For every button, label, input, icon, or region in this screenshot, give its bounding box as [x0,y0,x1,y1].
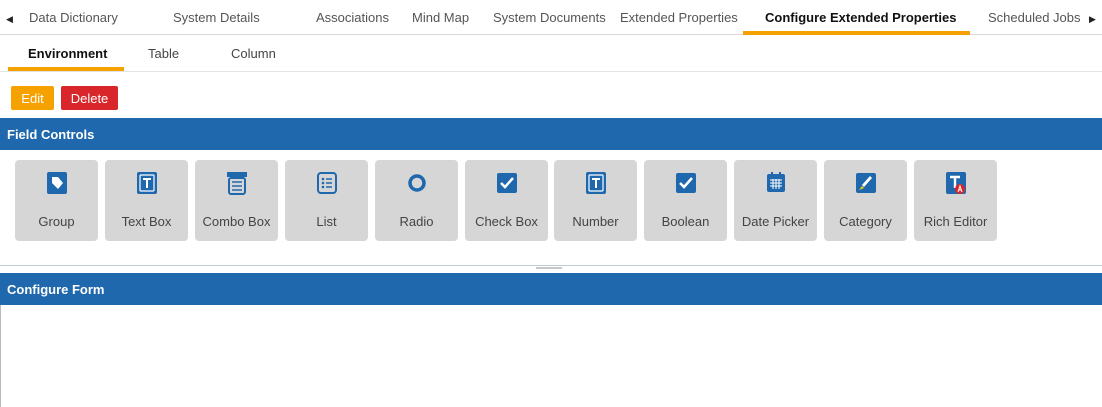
top-tab-bar: ◀ Data Dictionary System Details Associa… [0,0,1102,35]
control-combo-box[interactable]: Combo Box [195,160,278,241]
splitter-grip-icon[interactable] [536,267,562,269]
control-label: Number [572,214,619,229]
combo-box-icon [226,171,248,195]
active-tab-indicator [743,31,970,35]
rich-editor-icon [945,171,967,195]
control-rich-editor[interactable]: Rich Editor [914,160,997,241]
control-label: Combo Box [202,214,271,229]
list-icon [316,171,338,195]
control-number[interactable]: Number [554,160,637,241]
tag-icon [46,171,68,195]
control-label: Text Box [121,214,172,229]
tab-scheduled-jobs[interactable]: Scheduled Jobs [988,10,1081,34]
control-label: Category [839,214,892,229]
control-date-picker[interactable]: Date Picker [734,160,817,241]
checkbox-icon [496,171,518,195]
subtab-column[interactable]: Column [231,46,276,61]
control-radio[interactable]: Radio [375,160,458,241]
panel-splitter[interactable] [0,265,1102,266]
tab-extended-properties[interactable]: Extended Properties [620,10,738,34]
scroll-left-icon[interactable]: ◀ [6,14,13,25]
control-label: Radio [399,214,434,229]
subtab-table[interactable]: Table [148,46,179,61]
scroll-right-icon[interactable]: ▶ [1089,14,1096,25]
field-controls-header: Field Controls [0,118,1102,150]
control-list[interactable]: List [285,160,368,241]
control-label: Rich Editor [923,214,988,229]
control-check-box[interactable]: Check Box [465,160,548,241]
control-label: Group [38,214,75,229]
tab-mind-map[interactable]: Mind Map [412,10,469,34]
text-box-icon [136,171,158,195]
subtab-divider [0,71,1102,72]
boolean-icon [675,171,697,195]
brush-icon [855,171,877,195]
configure-form-header: Configure Form [0,273,1102,305]
control-label: Date Picker [741,214,810,229]
number-icon [585,171,607,195]
control-category[interactable]: Category [824,160,907,241]
control-boolean[interactable]: Boolean [644,160,727,241]
radio-icon [406,171,428,195]
subtab-environment[interactable]: Environment [28,46,107,61]
tab-system-details[interactable]: System Details [173,10,260,34]
edit-button[interactable]: Edit [11,86,54,110]
tab-data-dictionary[interactable]: Data Dictionary [29,10,118,34]
control-label: Boolean [661,214,710,229]
control-group[interactable]: Group [15,160,98,241]
delete-button[interactable]: Delete [61,86,118,110]
control-label: Check Box [475,214,538,229]
tab-associations[interactable]: Associations [316,10,389,34]
configure-form-canvas[interactable] [0,305,1102,407]
control-text-box[interactable]: Text Box [105,160,188,241]
calendar-icon [765,171,787,195]
control-label: List [316,214,337,229]
tab-system-documents[interactable]: System Documents [493,10,606,34]
